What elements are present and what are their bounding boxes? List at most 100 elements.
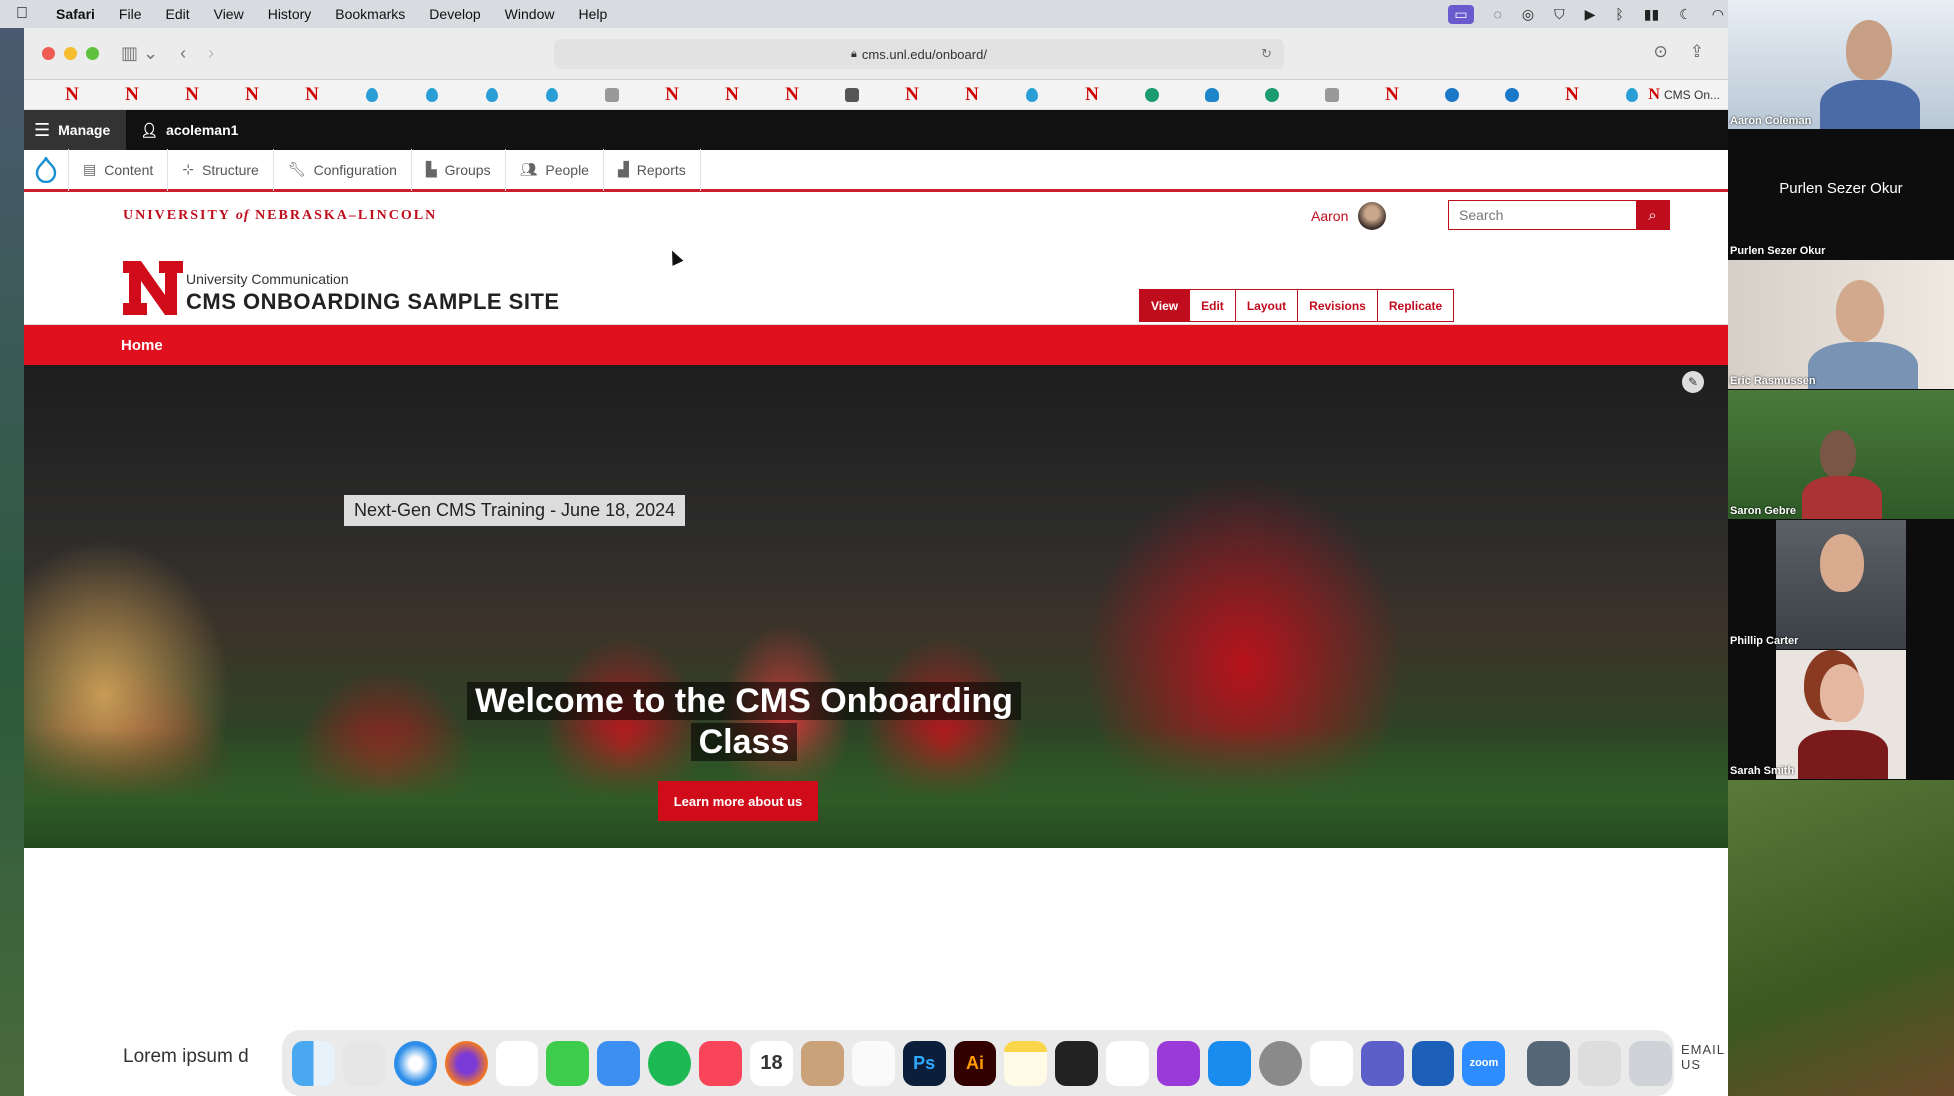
play-icon[interactable]: ▶: [1585, 6, 1596, 23]
notes-icon[interactable]: [1004, 1040, 1048, 1086]
downloads-icon[interactable]: ⊙: [1654, 42, 1668, 62]
vscode-icon[interactable]: [1309, 1040, 1353, 1086]
mail-icon[interactable]: [597, 1040, 641, 1086]
bookmark-nebraska-6[interactable]: N: [642, 84, 702, 106]
bookmark-nebraska-12[interactable]: N: [1362, 84, 1422, 106]
admin-menu-content[interactable]: ▤ Content: [68, 148, 167, 191]
university-wordmark[interactable]: UNIVERSITY of NEBRASKA–LINCOLN: [123, 208, 437, 224]
menu-bookmarks[interactable]: Bookmarks: [323, 6, 417, 22]
system-settings-icon[interactable]: [1258, 1040, 1302, 1086]
battery-icon[interactable]: ▮▮: [1644, 6, 1659, 23]
bookmark-edge-2[interactable]: [1482, 87, 1542, 102]
slack-icon[interactable]: [495, 1040, 539, 1086]
forward-arrow-icon[interactable]: ›: [208, 43, 214, 64]
photos-thumbnail-icon[interactable]: [1527, 1040, 1571, 1086]
bookmark-generic-2[interactable]: [1302, 87, 1362, 102]
teams-icon[interactable]: [1360, 1040, 1404, 1086]
edit-pencil-icon[interactable]: ✎: [1682, 371, 1704, 393]
participant-tile[interactable]: Saron Gebre: [1728, 390, 1954, 519]
zoom-icon[interactable]: zoom: [1462, 1040, 1506, 1086]
account-menu[interactable]: Aaron: [1311, 202, 1387, 230]
bookmark-nebraska-10[interactable]: N: [942, 84, 1002, 106]
firefox-icon[interactable]: [444, 1040, 488, 1086]
screen-share-icon[interactable]: ▭: [1448, 4, 1474, 24]
bookmark-drupal-2[interactable]: [402, 87, 462, 102]
bookmark-drupal-1[interactable]: [342, 87, 402, 102]
sidebar-toggle-icon[interactable]: ▥ ⌄: [121, 43, 158, 64]
menu-help[interactable]: Help: [566, 6, 619, 22]
drupal-logo-icon[interactable]: [24, 156, 68, 183]
screenshot-thumbnail-icon[interactable]: [1578, 1040, 1622, 1086]
participant-tile[interactable]: Aaron Coleman: [1728, 0, 1954, 129]
user-menu[interactable]: 👤︎ acoleman1: [140, 122, 238, 139]
podcasts-icon[interactable]: [1157, 1040, 1201, 1086]
tab-edit[interactable]: Edit: [1190, 289, 1236, 322]
site-title[interactable]: CMS ONBOARDING SAMPLE SITE: [186, 289, 560, 315]
shield-icon[interactable]: ⛉: [1554, 6, 1565, 23]
bookmark-nebraska-13[interactable]: N: [1542, 84, 1602, 106]
admin-menu-people[interactable]: 👥︎ People: [504, 148, 603, 191]
word-icon[interactable]: [1411, 1040, 1455, 1086]
bookmark-teal-2[interactable]: [1242, 87, 1302, 102]
bookmark-animal-icon[interactable]: [822, 87, 882, 102]
menu-develop[interactable]: Develop: [417, 6, 492, 22]
admin-menu-configuration[interactable]: 🔧︎ Configuration: [272, 148, 411, 191]
bookmark-nebraska-2[interactable]: N: [102, 84, 162, 106]
status-icon-1[interactable]: ◌: [1494, 6, 1502, 22]
bookmark-nebraska-7[interactable]: N: [702, 84, 762, 106]
menu-safari[interactable]: Safari: [44, 6, 107, 22]
manage-button[interactable]: ☰ Manage: [24, 110, 127, 150]
calendar-icon[interactable]: 18: [750, 1040, 793, 1086]
status-icon-2[interactable]: ◎: [1522, 6, 1534, 23]
email-us-link[interactable]: EMAIL US: [1681, 1042, 1728, 1072]
bookmark-teal-1[interactable]: [1122, 87, 1182, 102]
bookmark-nebraska-5[interactable]: N: [282, 84, 342, 106]
participant-tile[interactable]: Phillip Carter: [1728, 520, 1954, 649]
back-arrow-icon[interactable]: ‹: [180, 43, 186, 64]
freeform-icon[interactable]: [1106, 1040, 1150, 1086]
bookmark-drupal-5[interactable]: [1002, 87, 1062, 102]
bookmark-nebraska-8[interactable]: N: [762, 84, 822, 106]
participant-tile[interactable]: Eric Rasmussen: [1728, 260, 1954, 389]
spotify-icon[interactable]: [648, 1040, 692, 1086]
bookmark-drupal-3[interactable]: [462, 87, 522, 102]
illustrator-icon[interactable]: Ai: [953, 1040, 997, 1086]
nebraska-n-logo[interactable]: [121, 257, 185, 319]
bookmark-generic-1[interactable]: [582, 87, 642, 102]
bookmark-nebraska-11[interactable]: N: [1062, 84, 1122, 106]
launchpad-icon[interactable]: [342, 1040, 386, 1086]
bookmark-nebraska-1[interactable]: N: [42, 84, 102, 106]
share-icon[interactable]: ⇪: [1690, 42, 1704, 62]
app-store-icon[interactable]: [1208, 1040, 1251, 1086]
wifi-icon[interactable]: ◠: [1712, 6, 1724, 23]
participant-tile[interactable]: Sarah Smith: [1728, 650, 1954, 779]
bookmark-nebraska-4[interactable]: N: [222, 84, 282, 106]
bluetooth-icon[interactable]: ᛒ: [1615, 6, 1623, 22]
reload-icon[interactable]: ↻: [1261, 46, 1272, 62]
admin-menu-structure[interactable]: ⊹ Structure: [167, 148, 273, 191]
reminders-icon[interactable]: [851, 1040, 895, 1086]
search-input[interactable]: Search: [1449, 201, 1636, 229]
tab-revisions[interactable]: Revisions: [1298, 289, 1378, 322]
photoshop-icon[interactable]: Ps: [902, 1040, 946, 1086]
menu-history[interactable]: History: [256, 6, 324, 22]
bookmark-cms-onboard[interactable]: N CMS On...: [1648, 86, 1720, 104]
tab-layout[interactable]: Layout: [1235, 289, 1299, 322]
zoom-window-button[interactable]: [86, 47, 99, 60]
address-bar[interactable]: 🔒︎ cms.unl.edu/onboard/ ↻: [554, 39, 1284, 69]
tab-view[interactable]: View: [1139, 289, 1191, 322]
finder-icon[interactable]: [292, 1040, 335, 1086]
messages-icon[interactable]: [546, 1040, 590, 1086]
menu-file[interactable]: File: [107, 6, 154, 22]
trash-icon[interactable]: [1629, 1040, 1673, 1086]
moon-icon[interactable]: ☾: [1679, 6, 1692, 23]
bookmark-cloud-icon[interactable]: [1182, 87, 1242, 102]
menu-edit[interactable]: Edit: [153, 6, 201, 22]
search-button[interactable]: ⌕: [1636, 201, 1669, 229]
tab-replicate[interactable]: Replicate: [1377, 289, 1455, 322]
admin-menu-groups[interactable]: ▙ Groups: [410, 148, 505, 191]
bookmark-edge-1[interactable]: [1422, 87, 1482, 102]
contacts-icon[interactable]: [800, 1040, 844, 1086]
terminal-icon[interactable]: [1055, 1040, 1099, 1086]
menu-window[interactable]: Window: [493, 6, 567, 22]
